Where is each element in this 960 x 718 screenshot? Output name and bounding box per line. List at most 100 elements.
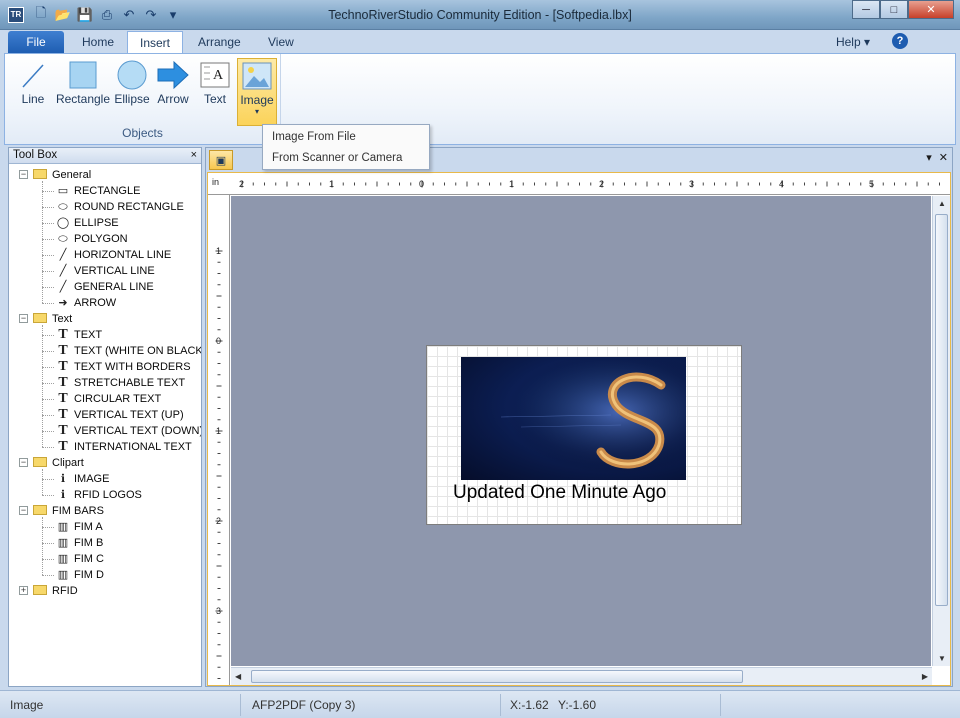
document-view: in 21012345 10123 Updated One Minute Ago… [207,172,951,686]
tree-item-label: FIM B [74,537,104,549]
from-scanner-item[interactable]: From Scanner or Camera [263,148,429,169]
rectangle-button[interactable]: Rectangle [55,58,111,116]
ribbon-tab-bar: File Home Insert Arrange View Help ▾ ? [0,30,960,54]
tree-group[interactable]: Text [33,311,72,327]
tree-expander-icon[interactable]: − [19,506,28,515]
text-button[interactable]: A Text [195,58,235,116]
tree-item[interactable]: ⬭ ROUND RECTANGLE [56,199,184,215]
tree-item[interactable]: ▥ FIM B [56,535,104,551]
tree-item[interactable]: T TEXT WITH BORDERS [56,359,190,375]
maximize-button[interactable]: □ [880,0,908,19]
tree-item[interactable]: ▥ FIM D [56,567,104,583]
toolbox-close-button[interactable]: × [191,148,197,163]
tree-group[interactable]: Clipart [33,455,84,471]
tree-item[interactable]: ▥ FIM C [56,551,104,567]
tab-file[interactable]: File [8,31,64,54]
image-button[interactable]: Image ▾ [237,58,277,126]
tree-item[interactable]: T TEXT [56,327,102,343]
tree-item-label: RECTANGLE [74,185,141,197]
objects-group-label: Objects [122,126,163,140]
tree-item-label: ELLIPSE [74,217,119,229]
text-tool-icon: T [58,375,68,390]
help-menu[interactable]: Help ▾ [836,35,870,49]
doc-close-icon[interactable]: ✕ [939,152,948,164]
line-button[interactable]: Line [11,58,55,116]
image-dropdown-menu: Image From File From Scanner or Camera [262,124,430,170]
design-canvas[interactable]: Updated One Minute Ago [231,196,931,666]
tree-item[interactable]: T VERTICAL TEXT (UP) [56,407,183,423]
document-frame: ▣ ▾ ✕ in 21012345 10123 Updated One Minu… [205,147,953,687]
tree-group[interactable]: RFID [33,583,78,599]
tree-item[interactable]: ╱ GENERAL LINE [56,279,154,295]
scroll-up-icon[interactable]: ▲ [938,199,946,208]
scroll-down-icon[interactable]: ▼ [938,654,946,663]
tree-item[interactable]: ℹ RFID LOGOS [56,487,142,503]
tree-item-label: INTERNATIONAL TEXT [74,441,192,453]
tree-item-label: CIRCULAR TEXT [74,393,162,405]
status-x-coord: X:-1.62 [510,698,549,712]
scroll-right-icon[interactable]: ▶ [922,672,928,681]
tab-insert[interactable]: Insert [127,31,184,54]
tree-item[interactable]: ╱ HORIZONTAL LINE [56,247,172,263]
tree-item[interactable]: T INTERNATIONAL TEXT [56,439,192,455]
tree-item[interactable]: T CIRCULAR TEXT [56,391,161,407]
shape-tool-icon: ╱ [59,249,67,261]
tree-item[interactable]: ╱ VERTICAL LINE [56,263,155,279]
close-button[interactable]: ✕ [908,0,954,19]
info-icon: ℹ [60,473,66,485]
horizontal-scrollbar[interactable]: ◀ ▶ [231,667,932,685]
tree-connector [42,517,43,575]
scroll-left-icon[interactable]: ◀ [235,672,241,681]
text-tool-icon: T [58,343,68,358]
ruler-label: 1 [509,179,514,189]
tree-connector [42,223,54,224]
status-y-coord: Y:-1.60 [558,698,597,712]
info-icon: ℹ [60,489,66,501]
label-text[interactable]: Updated One Minute Ago [453,482,666,504]
ruler-label: 5 [869,179,874,189]
document-icon: ▣ [215,154,227,167]
vertical-scrollbar[interactable]: ▲ ▼ [932,196,950,666]
help-icon[interactable]: ? [892,33,908,49]
image-from-file-item[interactable]: Image From File [263,127,429,148]
tab-view[interactable]: View [256,31,306,54]
arrow-button[interactable]: Arrow [153,58,193,116]
tree-connector [42,207,54,208]
text-tool-icon: T [58,327,68,342]
ellipse-icon [111,58,153,92]
tree-item[interactable]: T TEXT (WHITE ON BLACK) [56,343,201,359]
tree-expander-icon[interactable]: − [19,314,28,323]
shape-tool-icon: ╱ [59,265,67,277]
tree-item[interactable]: T STRETCHABLE TEXT [56,375,185,391]
tree-connector [42,239,54,240]
vertical-scroll-thumb[interactable] [935,214,948,606]
tree-item[interactable]: ⬭ POLYGON [56,231,127,247]
status-divider [240,694,241,716]
tree-item[interactable]: ▭ RECTANGLE [56,183,141,199]
barcode-icon: ▥ [57,537,69,549]
tree-expander-icon[interactable]: + [19,586,28,595]
tab-home[interactable]: Home [70,31,126,54]
ellipse-button[interactable]: Ellipse [111,58,153,116]
image-dropdown-arrow[interactable]: ▾ [238,107,276,116]
tree-connector [42,431,54,432]
tree-item-label: FIM A [74,521,103,533]
tree-group[interactable]: FIM BARS [33,503,104,519]
tab-arrange[interactable]: Arrange [186,31,253,54]
tree-item[interactable]: ▥ FIM A [56,519,103,535]
tree-item[interactable]: ➜ ARROW [56,295,116,311]
doc-menu-icon[interactable]: ▾ [926,152,932,164]
tree-item[interactable]: ℹ IMAGE [56,471,110,487]
label-page[interactable]: Updated One Minute Ago [426,345,742,525]
tree-expander-icon[interactable]: − [19,458,28,467]
tree-item-label: GENERAL LINE [74,281,154,293]
title-bar: TR 🗋 📂 💾 ⎙ ↶ ↷ ▾ TechnoRiverStudio Commu… [0,0,960,30]
horizontal-scroll-thumb[interactable] [251,670,743,683]
minimize-button[interactable]: ─ [852,0,880,19]
tree-item[interactable]: T VERTICAL TEXT (DOWN) [56,423,201,439]
document-tab[interactable]: ▣ [209,150,233,170]
tree-expander-icon[interactable]: − [19,170,28,179]
tree-item-label: STRETCHABLE TEXT [74,377,186,389]
tree-item[interactable]: ◯ ELLIPSE [56,215,119,231]
label-image[interactable] [461,357,686,480]
